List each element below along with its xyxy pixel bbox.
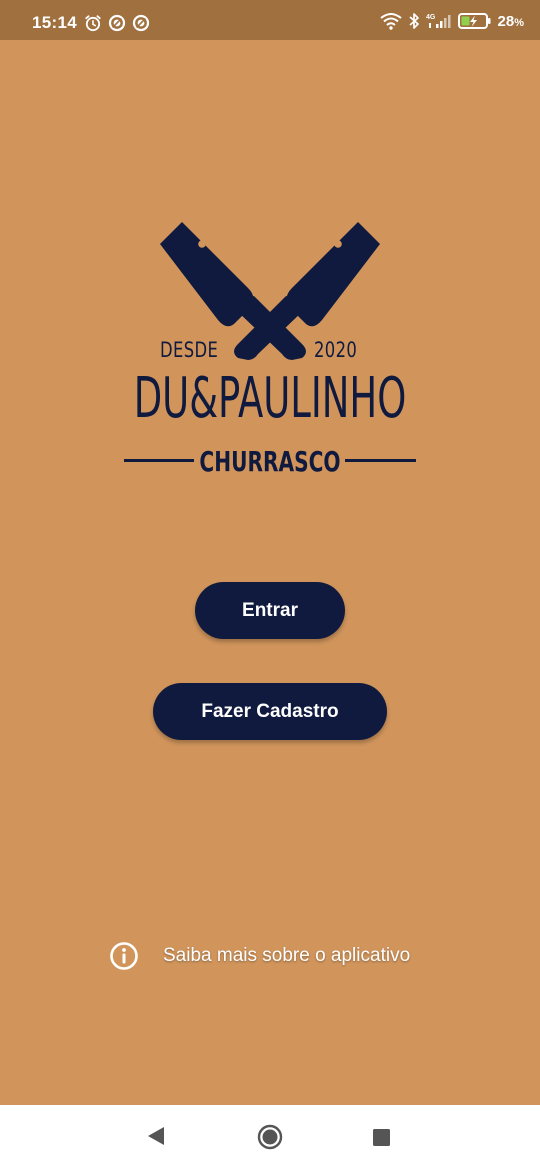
- bluetooth-icon: [408, 12, 420, 30]
- system-nav-bar: [0, 1105, 540, 1170]
- divider-line: [345, 459, 416, 462]
- data-saver-icon: [108, 14, 126, 32]
- status-time: 15:14: [32, 13, 77, 32]
- since-label: DESDE: [160, 338, 219, 362]
- network-type: 4G: [426, 14, 436, 21]
- status-system-icons: 4G 28%: [379, 12, 524, 30]
- about-app-link[interactable]: Saiba mais sobre o aplicativo: [109, 940, 410, 972]
- recent-apps-icon[interactable]: [373, 1129, 390, 1151]
- data-saver-icon: [132, 14, 150, 32]
- battery-percent: 28%: [497, 12, 524, 30]
- signal-icon: 4G: [426, 12, 452, 30]
- wifi-icon: [379, 12, 402, 30]
- status-notification-icons: [84, 14, 150, 32]
- back-icon[interactable]: [146, 1125, 166, 1152]
- battery-charging-icon: [457, 12, 492, 30]
- since-year: 2020: [314, 338, 358, 362]
- signup-button[interactable]: Fazer Cadastro: [153, 683, 387, 740]
- about-app-label: Saiba mais sobre o aplicativo: [163, 945, 411, 966]
- login-button[interactable]: Entrar: [195, 582, 345, 639]
- brand-name: DU&PAULINHO: [133, 366, 407, 431]
- status-bar: 15:14 4G 28%: [0, 0, 540, 40]
- alarm-icon: [84, 14, 102, 32]
- info-icon: [109, 941, 139, 971]
- app-screen: 15:14 4G 28% DESDE 2020 DU&PAULINHO CHUR…: [0, 0, 540, 1170]
- home-icon[interactable]: [257, 1124, 283, 1155]
